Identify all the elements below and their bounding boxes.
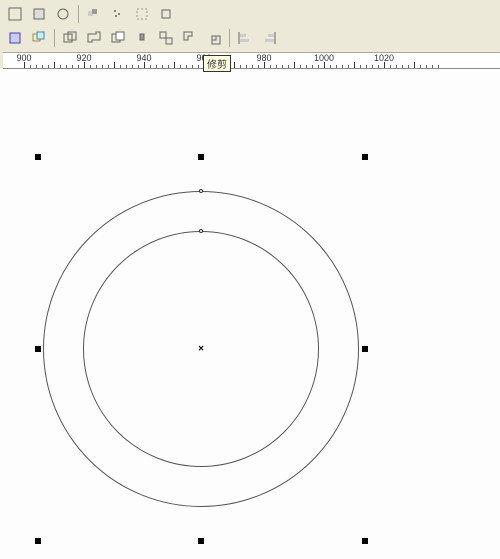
toolbar-separator: [78, 5, 79, 23]
align-left-icon[interactable]: [234, 27, 256, 49]
tool-e[interactable]: [107, 3, 129, 25]
tool-f[interactable]: [131, 3, 153, 25]
combine-icon[interactable]: [59, 27, 81, 49]
toolbar-separator: [229, 29, 230, 47]
tool-g[interactable]: [155, 3, 177, 25]
selection-handle[interactable]: [362, 346, 368, 352]
simplify-icon[interactable]: [155, 27, 177, 49]
tool-b[interactable]: [28, 3, 50, 25]
tool-c[interactable]: [52, 3, 74, 25]
weld-icon[interactable]: [83, 27, 105, 49]
toolbar: [0, 0, 500, 53]
toolbar-separator: [54, 29, 55, 47]
trim-icon[interactable]: [107, 27, 129, 49]
tool-a[interactable]: [4, 3, 26, 25]
horizontal-ruler[interactable]: 90092094096098010001020 修剪: [0, 53, 500, 69]
tool-h[interactable]: [4, 27, 26, 49]
center-marker: ×: [198, 344, 204, 355]
toolbar-row-2: [4, 26, 496, 50]
tooltip: 修剪: [203, 55, 231, 72]
selection-handle[interactable]: [362, 538, 368, 544]
back-minus-icon[interactable]: [203, 27, 225, 49]
toolbar-row-1: [4, 2, 496, 26]
selection-handle[interactable]: [362, 154, 368, 160]
selection-handle[interactable]: [35, 154, 41, 160]
selection-handle[interactable]: [35, 346, 41, 352]
align-right-icon[interactable]: [258, 27, 280, 49]
node-marker[interactable]: [199, 229, 203, 233]
selection-handle[interactable]: [198, 538, 204, 544]
selection-handle[interactable]: [35, 538, 41, 544]
tool-d[interactable]: [83, 3, 105, 25]
canvas[interactable]: ×: [0, 69, 500, 559]
node-marker[interactable]: [199, 189, 203, 193]
selection-handle[interactable]: [198, 154, 204, 160]
tool-i[interactable]: [28, 27, 50, 49]
front-minus-icon[interactable]: [179, 27, 201, 49]
intersect-icon[interactable]: [131, 27, 153, 49]
